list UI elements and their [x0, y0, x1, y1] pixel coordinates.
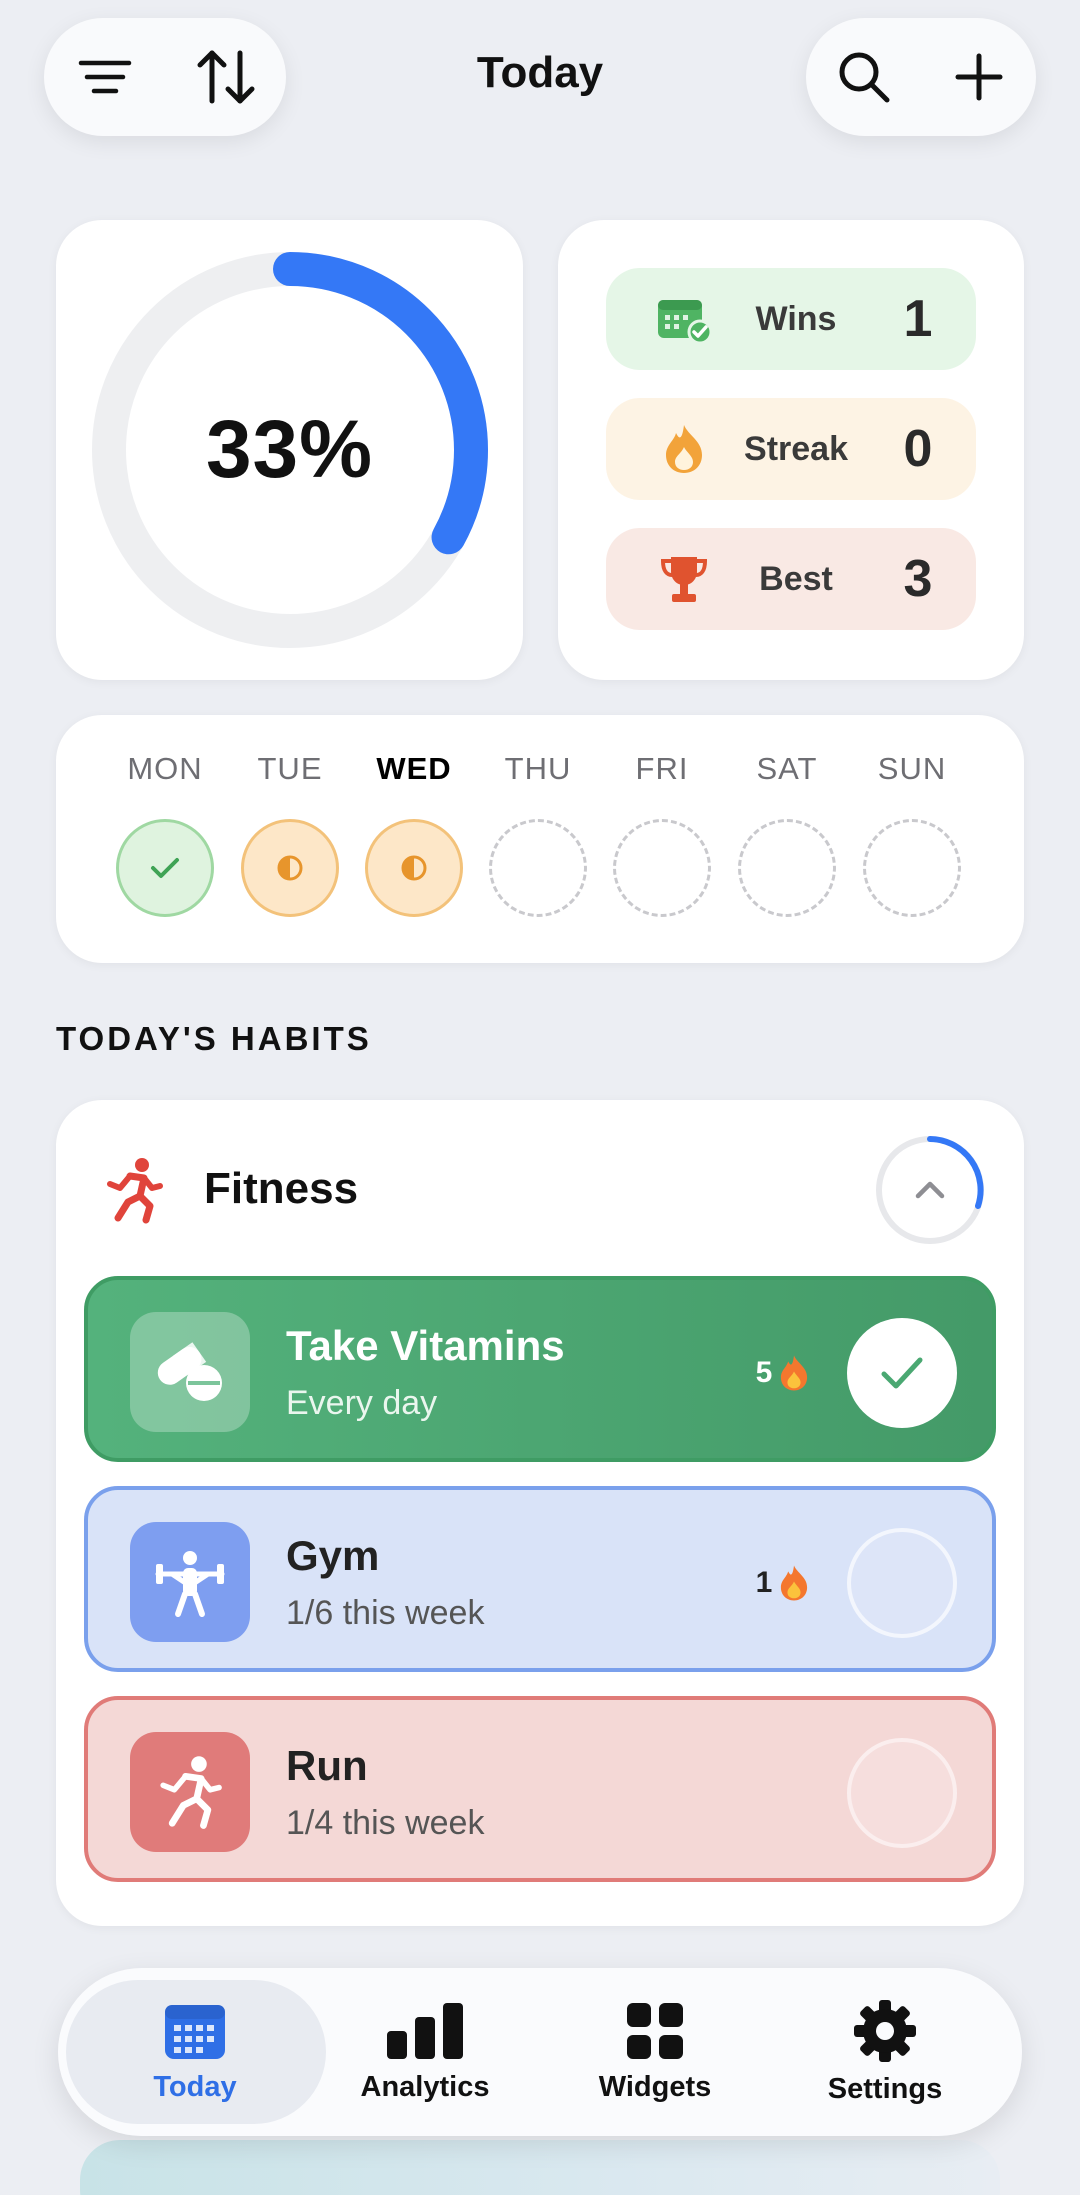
pill-icon: [130, 1312, 250, 1432]
day-label: THU: [504, 751, 572, 786]
day-mon[interactable]: MON: [105, 715, 225, 963]
day-status-partial: [241, 819, 339, 917]
check-icon: [881, 1357, 923, 1389]
habit-complete-toggle[interactable]: [847, 1318, 957, 1428]
flame-icon: [781, 1565, 808, 1601]
stat-value: 0: [903, 420, 933, 478]
half-circle-icon: [401, 855, 427, 881]
day-label: TUE: [257, 751, 323, 786]
stats-card: Wins 1 Streak 0 Best 3: [558, 220, 1024, 680]
day-status-empty: [489, 819, 587, 917]
check-icon: [151, 858, 179, 878]
day-wed[interactable]: WED: [354, 715, 474, 963]
day-tue[interactable]: TUE: [230, 715, 350, 963]
group-title: Fitness: [204, 1164, 359, 1213]
day-label: MON: [127, 751, 203, 786]
tab-label: Today: [153, 2070, 237, 2103]
day-sun[interactable]: SUN: [852, 715, 972, 963]
habit-name: Take Vitamins: [286, 1322, 565, 1369]
stat-wins: Wins 1: [606, 268, 976, 370]
toolbar-right-group: [806, 18, 1036, 136]
grid-icon: [627, 2002, 683, 2059]
habit-name: Gym: [286, 1532, 380, 1579]
day-status-empty: [863, 819, 961, 917]
stat-best: Best 3: [606, 528, 976, 630]
habit-streak: 5: [738, 1350, 828, 1396]
tab-label: Widgets: [598, 2070, 712, 2103]
habit-complete-toggle[interactable]: [847, 1738, 957, 1848]
habit-row-run[interactable]: Run 1/4 this week: [84, 1696, 996, 1882]
habit-name: Run: [286, 1742, 368, 1789]
habit-group-card: Fitness Take Vitamins Every day 5 Gym 1/…: [56, 1100, 1024, 1926]
stat-streak: Streak 0: [606, 398, 976, 500]
day-status-empty: [738, 819, 836, 917]
stat-value: 3: [903, 550, 933, 608]
half-circle-icon: [277, 855, 303, 881]
day-label: FRI: [635, 751, 689, 786]
week-strip: MON TUE WED THU FRI SAT SUN: [56, 715, 1024, 963]
tab-settings[interactable]: Settings: [770, 1968, 1000, 2136]
streak-count: 5: [755, 1356, 773, 1389]
streak-count: 1: [755, 1566, 773, 1599]
tab-label: Settings: [827, 2072, 943, 2105]
search-button[interactable]: [824, 37, 904, 117]
day-label: SAT: [756, 751, 818, 786]
habit-row-gym[interactable]: Gym 1/6 this week 1: [84, 1486, 996, 1672]
habit-complete-toggle[interactable]: [847, 1528, 957, 1638]
add-button[interactable]: [939, 37, 1019, 117]
tab-today[interactable]: Today: [80, 1968, 310, 2136]
progress-card: 33%: [56, 220, 523, 680]
stat-label: Wins: [755, 299, 837, 338]
trophy-icon: [656, 554, 712, 604]
progress-percent: 33%: [205, 404, 374, 495]
habit-subtitle: 1/6 this week: [286, 1594, 485, 1632]
calendar-icon: [165, 2004, 225, 2059]
habit-subtitle: 1/4 this week: [286, 1804, 485, 1842]
day-label: SUN: [877, 751, 947, 786]
weightlifting-icon: [130, 1522, 250, 1642]
running-person-icon: [107, 1158, 163, 1224]
habit-streak: 1: [738, 1560, 828, 1606]
flame-icon: [781, 1355, 808, 1391]
calendar-check-icon: [656, 294, 712, 344]
stat-value: 1: [903, 290, 933, 348]
bar-chart-icon: [387, 2002, 463, 2059]
plus-icon: [955, 53, 1002, 101]
day-fri[interactable]: FRI: [602, 715, 722, 963]
habit-row-take-vitamins[interactable]: Take Vitamins Every day 5: [84, 1276, 996, 1462]
flame-icon: [656, 424, 712, 474]
day-thu[interactable]: THU: [478, 715, 598, 963]
stat-label: Best: [759, 559, 833, 598]
day-sat[interactable]: SAT: [727, 715, 847, 963]
collapse-button[interactable]: [874, 1134, 986, 1246]
day-status-done: [116, 819, 214, 917]
tab-label: Analytics: [360, 2070, 490, 2103]
tab-bar: Today Analytics Widgets Settings: [58, 1968, 1022, 2136]
section-title: TODAY'S HABITS: [56, 1020, 372, 1057]
day-label-active: WED: [376, 751, 452, 786]
stat-label: Streak: [744, 429, 848, 468]
tab-widgets[interactable]: Widgets: [540, 1968, 770, 2136]
search-icon: [839, 52, 889, 103]
day-status-empty: [613, 819, 711, 917]
running-icon: [130, 1732, 250, 1852]
habit-subtitle: Every day: [286, 1384, 438, 1422]
tab-analytics[interactable]: Analytics: [310, 1968, 540, 2136]
gear-icon: [854, 1999, 916, 2062]
next-group-card-peek: [80, 2140, 1000, 2195]
day-status-partial: [365, 819, 463, 917]
